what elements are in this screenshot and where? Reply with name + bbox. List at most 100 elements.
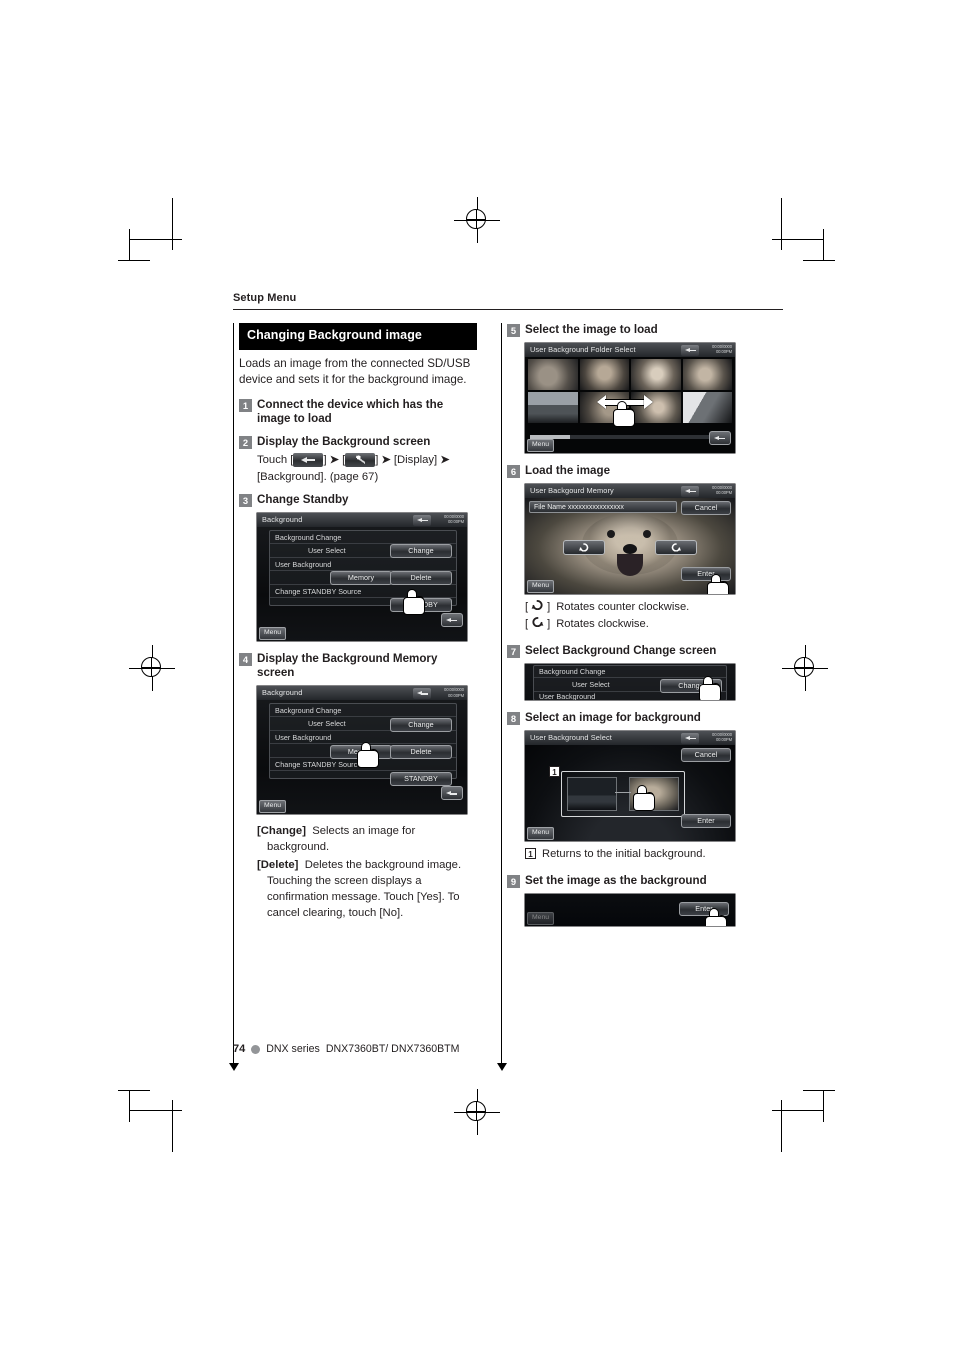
panel-row-memory-delete[interactable]: Memory Delete bbox=[270, 744, 456, 759]
panel-row-user-select[interactable]: User Select Change bbox=[270, 544, 456, 559]
background-option-default[interactable] bbox=[567, 776, 617, 811]
bleed-mark-bottom-left-v bbox=[129, 1090, 130, 1122]
memory-button[interactable]: Memory bbox=[330, 571, 392, 586]
rotate-clockwise-button[interactable] bbox=[655, 539, 697, 555]
thumbnail-item[interactable] bbox=[528, 391, 578, 423]
two-column-layout: Changing Background image Loads an image… bbox=[228, 323, 783, 1071]
panel-row-standby[interactable]: STANDBY bbox=[270, 771, 456, 786]
thumbnail-item[interactable] bbox=[528, 358, 578, 390]
thumbnail-item[interactable] bbox=[682, 391, 732, 423]
panel-row-memory-delete[interactable]: Memory Delete bbox=[270, 571, 456, 586]
registration-mark-right bbox=[782, 645, 828, 691]
preview-detail bbox=[607, 529, 615, 538]
footer-series: DNX series bbox=[266, 1043, 320, 1055]
legend-rotate-cw: [ ] Rotates clockwise. bbox=[525, 616, 745, 633]
panel-row-user-select[interactable]: User Select Change bbox=[534, 678, 726, 693]
screen-body: Enter Menu bbox=[525, 893, 735, 926]
thumbnail-item[interactable] bbox=[631, 358, 681, 390]
legend-rotate-ccw: [ ] Rotates counter clockwise. bbox=[525, 599, 745, 616]
panel-row-standby-source[interactable]: Change STANDBY Source bbox=[270, 585, 456, 598]
screen-title: User Background Folder Select bbox=[530, 344, 636, 354]
clock-line-2: 00:00PM bbox=[447, 518, 464, 524]
panel-row-user-background[interactable]: User Background bbox=[534, 692, 726, 700]
enter-button[interactable]: Enter bbox=[681, 813, 731, 828]
left-column-rule-arrow bbox=[228, 1063, 239, 1071]
section-lead: Loads an image from the connected SD/USB… bbox=[239, 356, 471, 387]
screenshot-background-select: User Background Select 00:00/0000 00:00P… bbox=[525, 730, 735, 841]
right-column-rule bbox=[496, 323, 507, 1071]
screen-titlebar: Background 00:00/0000 00:00PM bbox=[257, 512, 467, 527]
clock-line-1: 00:00/0000 bbox=[712, 343, 732, 349]
step-number: 6 bbox=[507, 464, 520, 478]
menu-button[interactable]: Menu bbox=[259, 800, 287, 814]
row-label-user-select: User Select bbox=[308, 545, 346, 555]
screen-back-button[interactable] bbox=[441, 786, 463, 801]
menu-button[interactable]: Menu bbox=[527, 438, 555, 452]
change-button[interactable]: Change bbox=[660, 678, 722, 693]
legend-bracket-open: [ bbox=[525, 618, 529, 631]
registration-mark-bottom bbox=[454, 1089, 500, 1135]
row-label-background-change: Background Change bbox=[275, 706, 342, 716]
row-label-user-select: User Select bbox=[572, 680, 610, 690]
thumbnail-item[interactable] bbox=[682, 358, 732, 390]
panel-row-standby[interactable]: STANDBY bbox=[270, 598, 456, 613]
change-button[interactable]: Change bbox=[390, 717, 452, 732]
panel-row-user-background[interactable]: User Background bbox=[270, 731, 456, 745]
legend-bracket-close: ] bbox=[547, 600, 551, 613]
standby-button[interactable]: STANDBY bbox=[390, 771, 452, 786]
panel-row-user-select[interactable]: User Select Change bbox=[270, 717, 456, 732]
legend-bracket-open: [ bbox=[525, 600, 529, 613]
panel-row-user-background[interactable]: User Background bbox=[270, 558, 456, 571]
standby-button[interactable]: STANDBY bbox=[390, 598, 452, 613]
step-title: Change Standby bbox=[257, 492, 349, 506]
bleed-mark-bottom-left-h bbox=[118, 1090, 150, 1091]
change-button[interactable]: Change bbox=[390, 544, 452, 559]
clock-line-1: 00:00/0000 bbox=[444, 513, 464, 519]
thumbnail-item[interactable] bbox=[579, 358, 629, 390]
menu-button[interactable]: Menu bbox=[527, 911, 555, 925]
screen-back-key-icon bbox=[413, 514, 431, 526]
menu-button[interactable]: Menu bbox=[527, 579, 555, 593]
menu-button[interactable]: Menu bbox=[527, 826, 555, 840]
screen-back-button[interactable] bbox=[441, 612, 463, 627]
memory-button[interactable]: Memory bbox=[330, 744, 392, 759]
clock-line-1: 00:00/0000 bbox=[712, 484, 732, 490]
delete-button[interactable]: Delete bbox=[390, 744, 452, 759]
registration-mark-top bbox=[454, 197, 500, 243]
background-menu-ref: [Background]. (page 67) bbox=[257, 470, 379, 483]
screen-body: Cancel 1 Enter Menu bbox=[525, 744, 735, 841]
crop-mark-top-left-v bbox=[172, 198, 173, 250]
background-option-user[interactable] bbox=[629, 776, 679, 811]
delete-button[interactable]: Delete bbox=[390, 571, 452, 586]
legend-bracket-close: ] bbox=[547, 618, 551, 631]
display-menu-ref: [Display] bbox=[393, 454, 438, 467]
screen-back-key-icon bbox=[681, 485, 699, 497]
panel-row-bg-change[interactable]: Background Change bbox=[270, 704, 456, 718]
screen-clock: 00:00/0000 00:00PM bbox=[712, 344, 732, 355]
section-title: Changing Background image bbox=[239, 323, 477, 350]
panel-row-standby-source[interactable]: Change STANDBY Source bbox=[270, 758, 456, 772]
crop-mark-bottom-right-h bbox=[772, 1110, 824, 1111]
menu-button[interactable]: Menu bbox=[259, 626, 287, 640]
row-label-background-change: Background Change bbox=[275, 532, 342, 542]
step-7: 7 Select Background Change screen bbox=[507, 644, 745, 659]
panel-row-bg-change[interactable]: Background Change bbox=[270, 531, 456, 544]
screen-back-button[interactable] bbox=[709, 430, 731, 445]
rotate-counter-clockwise-button[interactable] bbox=[563, 539, 605, 555]
cancel-button[interactable]: Cancel bbox=[681, 747, 731, 762]
screen-title: User Background Select bbox=[530, 732, 612, 742]
callout-1-marker: 1 bbox=[525, 847, 536, 859]
panel-row-bg-change[interactable]: Background Change bbox=[534, 666, 726, 679]
right-column-rule-arrow bbox=[496, 1063, 507, 1071]
enter-button[interactable]: Enter bbox=[681, 566, 731, 581]
definition-term: [Change] bbox=[257, 825, 306, 838]
horizontal-scrollbar[interactable] bbox=[530, 434, 710, 439]
bleed-mark-top-right-v bbox=[823, 229, 824, 261]
enter-button[interactable]: Enter bbox=[679, 901, 729, 916]
crop-mark-bottom-right-v bbox=[781, 1100, 782, 1152]
step-title: Select an image for background bbox=[525, 711, 701, 725]
step-number: 3 bbox=[239, 493, 252, 507]
cancel-button[interactable]: Cancel bbox=[681, 500, 731, 515]
swipe-left-right-arrow-icon bbox=[597, 394, 653, 409]
legend-text: Returns to the initial background. bbox=[542, 847, 706, 860]
